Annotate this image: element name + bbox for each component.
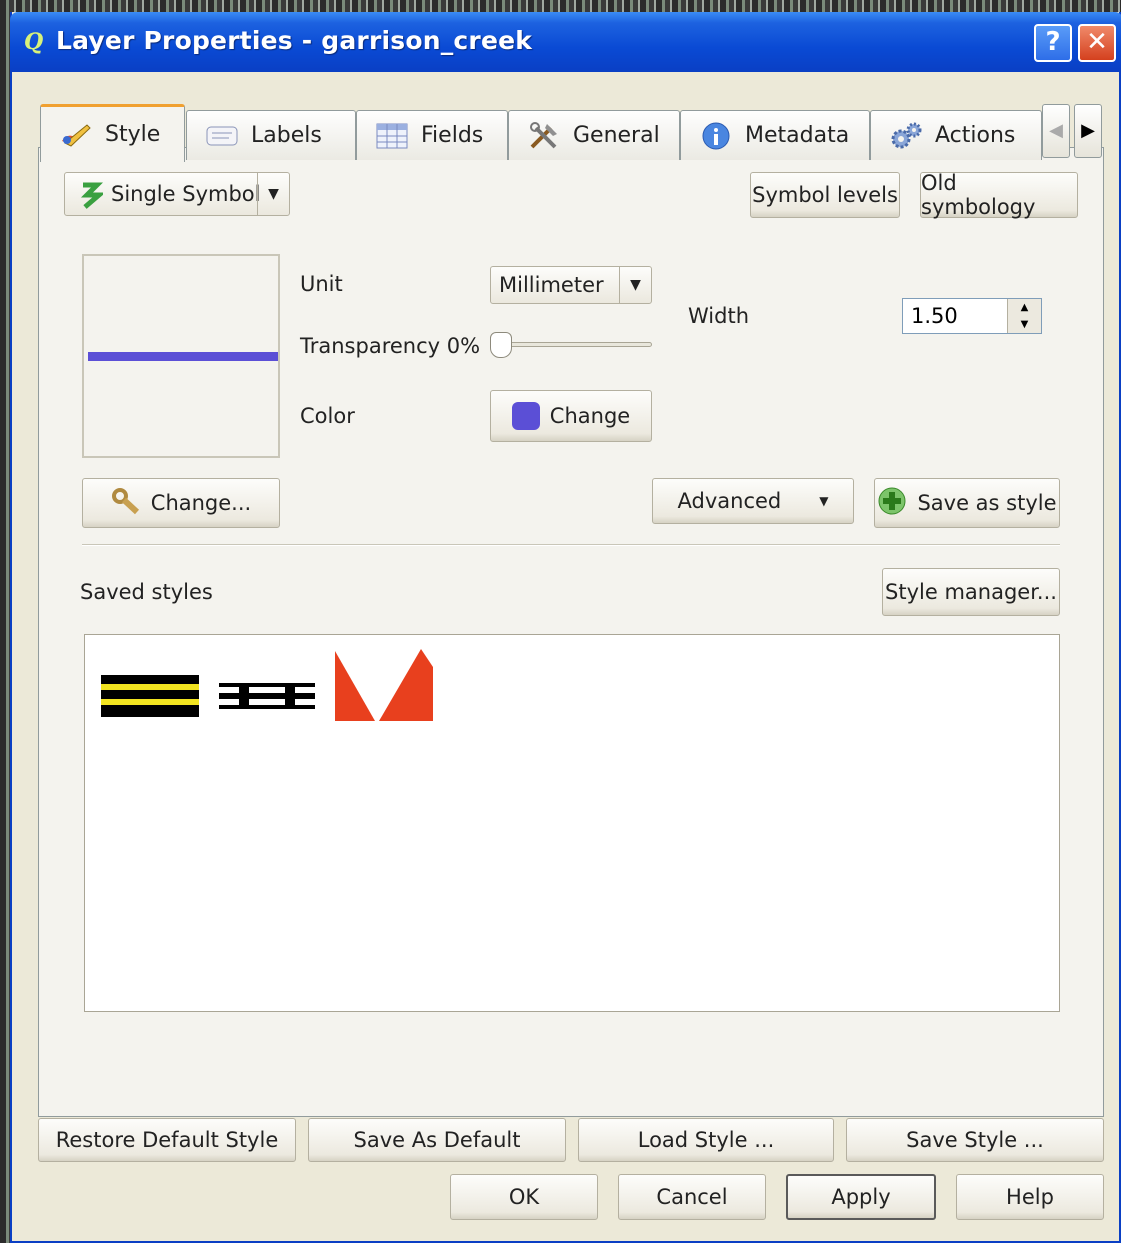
apply-button[interactable]: Apply bbox=[786, 1174, 936, 1220]
gears-icon bbox=[889, 122, 923, 150]
unit-combo[interactable]: Millimeter ▼ bbox=[490, 266, 652, 304]
restore-default-style-button[interactable]: Restore Default Style bbox=[38, 1118, 296, 1162]
tab-label: Fields bbox=[421, 123, 484, 148]
title-bar[interactable]: Q Layer Properties - garrison_creek ? ✕ bbox=[10, 12, 1121, 72]
unit-label: Unit bbox=[300, 272, 343, 296]
color-swatch bbox=[511, 402, 540, 430]
table-icon bbox=[375, 122, 409, 150]
wrench-icon bbox=[111, 487, 141, 520]
saved-styles-label: Saved styles bbox=[80, 580, 213, 604]
width-spinbox[interactable]: 1.50 ▲ ▼ bbox=[902, 298, 1042, 334]
tab-fields[interactable]: Fields bbox=[356, 110, 508, 160]
ok-button[interactable]: OK bbox=[450, 1174, 598, 1220]
window-title: Layer Properties - garrison_creek bbox=[56, 26, 533, 55]
change-symbol-button[interactable]: Change... bbox=[82, 478, 280, 528]
paintbrush-icon bbox=[59, 121, 93, 149]
save-as-default-button[interactable]: Save As Default bbox=[308, 1118, 566, 1162]
tab-style[interactable]: Style bbox=[40, 104, 185, 162]
saved-style-red-triangles[interactable] bbox=[335, 649, 433, 725]
saved-styles-list[interactable] bbox=[84, 634, 1060, 1012]
save-as-style-button[interactable]: Save as style bbox=[874, 478, 1060, 528]
tab-label: General bbox=[573, 123, 660, 148]
change-color-button[interactable]: Change bbox=[490, 390, 652, 442]
info-icon bbox=[699, 122, 733, 150]
renderer-type-combo[interactable]: Single Symbol ▼ bbox=[64, 172, 290, 216]
add-icon bbox=[877, 486, 907, 521]
tab-scroll-buttons: ◀ ▶ bbox=[1042, 104, 1102, 158]
tab-label: Metadata bbox=[745, 123, 850, 148]
change-color-label: Change bbox=[549, 404, 631, 428]
saved-style-railway[interactable] bbox=[219, 683, 315, 713]
qgis-logo-icon: Q bbox=[24, 29, 44, 55]
tab-scroll-left-button[interactable]: ◀ bbox=[1042, 104, 1070, 158]
chevron-down-icon: ▼ bbox=[257, 173, 289, 215]
tools-icon bbox=[527, 121, 561, 150]
symbol-preview bbox=[82, 254, 280, 458]
old-symbology-button[interactable]: Old symbology bbox=[920, 171, 1078, 219]
save-style-button[interactable]: Save Style ... bbox=[846, 1118, 1104, 1162]
advanced-button[interactable]: Advanced ▼ bbox=[652, 478, 854, 524]
transparency-slider-track[interactable] bbox=[492, 342, 652, 347]
tab-scroll-right-button[interactable]: ▶ bbox=[1074, 104, 1102, 158]
line-symbol-preview bbox=[88, 352, 278, 361]
saved-style-triple-line[interactable] bbox=[101, 675, 199, 721]
tab-general[interactable]: General bbox=[508, 110, 680, 160]
style-manager-button[interactable]: Style manager... bbox=[882, 568, 1060, 616]
color-label: Color bbox=[300, 404, 355, 428]
close-button[interactable]: ✕ bbox=[1078, 24, 1116, 62]
change-symbol-label: Change... bbox=[150, 491, 252, 515]
transparency-slider-handle[interactable] bbox=[490, 332, 512, 358]
tab-labels[interactable]: Labels bbox=[186, 110, 356, 160]
advanced-label: Advanced bbox=[677, 489, 782, 513]
transparency-label: Transparency 0% bbox=[300, 334, 481, 358]
tab-metadata[interactable]: Metadata bbox=[680, 110, 870, 160]
renderer-type-label: Single Symbol bbox=[111, 182, 261, 206]
spin-arrows-icon[interactable]: ▲ ▼ bbox=[1007, 299, 1041, 333]
layer-properties-dialog: Q Layer Properties - garrison_creek ? ✕ … bbox=[10, 12, 1121, 1243]
symbol-levels-button[interactable]: Symbol levels bbox=[750, 172, 900, 218]
help-button[interactable]: Help bbox=[956, 1174, 1104, 1220]
width-label: Width bbox=[688, 304, 750, 328]
chevron-down-icon: ▼ bbox=[619, 267, 651, 303]
width-value: 1.50 bbox=[911, 304, 958, 328]
labels-icon bbox=[205, 122, 239, 150]
divider bbox=[82, 544, 1060, 546]
save-as-style-label: Save as style bbox=[917, 491, 1057, 515]
help-title-button[interactable]: ? bbox=[1034, 24, 1072, 62]
unit-value: Millimeter bbox=[499, 273, 604, 297]
chevron-down-icon: ▼ bbox=[819, 494, 829, 508]
cancel-button[interactable]: Cancel bbox=[618, 1174, 766, 1220]
tab-label: Labels bbox=[251, 123, 322, 148]
load-style-button[interactable]: Load Style ... bbox=[578, 1118, 834, 1162]
renderer-icon bbox=[79, 181, 106, 214]
tab-label: Actions bbox=[935, 123, 1016, 148]
tab-actions[interactable]: Actions bbox=[870, 110, 1042, 160]
tab-label: Style bbox=[105, 122, 161, 147]
